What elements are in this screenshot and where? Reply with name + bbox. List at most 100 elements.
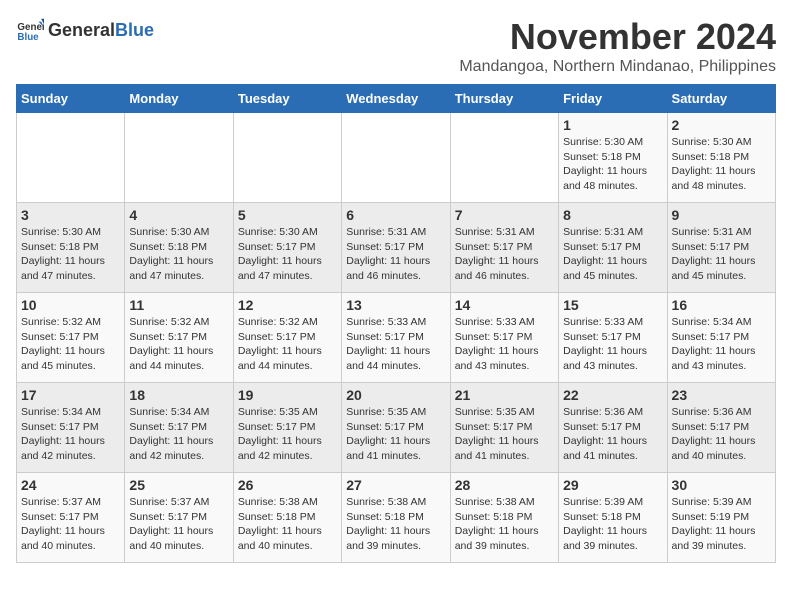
day-info: Sunrise: 5:34 AM Sunset: 5:17 PM Dayligh… <box>672 315 771 374</box>
day-info: Sunrise: 5:34 AM Sunset: 5:17 PM Dayligh… <box>129 405 228 464</box>
calendar-cell: 30Sunrise: 5:39 AM Sunset: 5:19 PM Dayli… <box>667 473 775 563</box>
day-number: 24 <box>21 477 120 493</box>
day-number: 4 <box>129 207 228 223</box>
day-info: Sunrise: 5:38 AM Sunset: 5:18 PM Dayligh… <box>346 495 445 554</box>
calendar-cell: 23 Sunrise: 5:36 AM Sunset: 5:17 PM Dayli… <box>667 383 775 473</box>
logo-icon: General Blue <box>16 16 44 44</box>
calendar-cell: 8 Sunrise: 5:31 AM Sunset: 5:17 PM Daylig… <box>559 203 667 293</box>
day-number: 26 <box>238 477 337 493</box>
day-number: 27 <box>346 477 445 493</box>
calendar-cell: 27 Sunrise: 5:38 AM Sunset: 5:18 PM Dayli… <box>342 473 450 563</box>
day-number: 11 <box>129 297 228 313</box>
day-info: Sunrise: 5:38 AM Sunset: 5:18 PM Dayligh… <box>455 495 554 554</box>
day-number: 1 <box>563 117 662 133</box>
calendar-cell: 1 Sunrise: 5:30 AM Sunset: 5:18 PM Daylig… <box>559 113 667 203</box>
day-info: Sunrise: 5:30 AM Sunset: 5:17 PM Dayligh… <box>238 225 337 284</box>
day-number: 21 <box>455 387 554 403</box>
day-info: Sunrise: 5:31 AM Sunset: 5:17 PM Dayligh… <box>672 225 771 284</box>
day-info: Sunrise: 5:30 AM Sunset: 5:18 PM Dayligh… <box>129 225 228 284</box>
day-info: Sunrise: 5:39 AM Sunset: 5:18 PM Dayligh… <box>563 495 662 554</box>
calendar-cell: 18 Sunrise: 5:34 AM Sunset: 5:17 PM Dayli… <box>125 383 233 473</box>
day-number: 23 <box>672 387 771 403</box>
day-number: 17 <box>21 387 120 403</box>
svg-text:Blue: Blue <box>17 32 39 43</box>
calendar-cell: 7Sunrise: 5:31 AM Sunset: 5:17 PM Daylig… <box>450 203 558 293</box>
day-number: 9 <box>672 207 771 223</box>
day-number: 6 <box>346 207 445 223</box>
calendar-cell: 16 Sunrise: 5:34 AM Sunset: 5:17 PM Dayli… <box>667 293 775 383</box>
weekday-header-tuesday: Tuesday <box>233 85 341 113</box>
day-number: 16 <box>672 297 771 313</box>
day-info: Sunrise: 5:36 AM Sunset: 5:17 PM Dayligh… <box>563 405 662 464</box>
day-number: 5 <box>238 207 337 223</box>
day-number: 29 <box>563 477 662 493</box>
day-info: Sunrise: 5:33 AM Sunset: 5:17 PM Dayligh… <box>455 315 554 374</box>
day-info: Sunrise: 5:37 AM Sunset: 5:17 PM Dayligh… <box>21 495 120 554</box>
calendar-cell: 13Sunrise: 5:33 AM Sunset: 5:17 PM Dayli… <box>342 293 450 383</box>
logo: General Blue GeneralBlue <box>16 16 154 44</box>
day-info: Sunrise: 5:34 AM Sunset: 5:17 PM Dayligh… <box>21 405 120 464</box>
day-info: Sunrise: 5:31 AM Sunset: 5:17 PM Dayligh… <box>455 225 554 284</box>
day-info: Sunrise: 5:31 AM Sunset: 5:17 PM Dayligh… <box>346 225 445 284</box>
day-info: Sunrise: 5:36 AM Sunset: 5:17 PM Dayligh… <box>672 405 771 464</box>
logo-blue: Blue <box>115 20 154 40</box>
day-info: Sunrise: 5:30 AM Sunset: 5:18 PM Dayligh… <box>563 135 662 194</box>
day-info: Sunrise: 5:30 AM Sunset: 5:18 PM Dayligh… <box>21 225 120 284</box>
weekday-header-row: SundayMondayTuesdayWednesdayThursdayFrid… <box>17 85 776 113</box>
calendar-table: SundayMondayTuesdayWednesdayThursdayFrid… <box>16 84 776 563</box>
title-area: November 2024 Mandangoa, Northern Mindan… <box>459 16 776 76</box>
day-info: Sunrise: 5:33 AM Sunset: 5:17 PM Dayligh… <box>346 315 445 374</box>
calendar-cell: 4 Sunrise: 5:30 AM Sunset: 5:18 PM Daylig… <box>125 203 233 293</box>
day-info: Sunrise: 5:31 AM Sunset: 5:17 PM Dayligh… <box>563 225 662 284</box>
calendar-cell: 15 Sunrise: 5:33 AM Sunset: 5:17 PM Dayli… <box>559 293 667 383</box>
day-info: Sunrise: 5:32 AM Sunset: 5:17 PM Dayligh… <box>238 315 337 374</box>
day-info: Sunrise: 5:35 AM Sunset: 5:17 PM Dayligh… <box>455 405 554 464</box>
day-number: 20 <box>346 387 445 403</box>
calendar-cell: 6 Sunrise: 5:31 AM Sunset: 5:17 PM Daylig… <box>342 203 450 293</box>
logo-text: GeneralBlue <box>48 20 154 41</box>
day-info: Sunrise: 5:38 AM Sunset: 5:18 PM Dayligh… <box>238 495 337 554</box>
day-info: Sunrise: 5:33 AM Sunset: 5:17 PM Dayligh… <box>563 315 662 374</box>
day-number: 19 <box>238 387 337 403</box>
calendar-cell: 2 Sunrise: 5:30 AM Sunset: 5:18 PM Daylig… <box>667 113 775 203</box>
weekday-header-sunday: Sunday <box>17 85 125 113</box>
day-number: 14 <box>455 297 554 313</box>
calendar-cell <box>17 113 125 203</box>
calendar-week-row: 17 Sunrise: 5:34 AM Sunset: 5:17 PM Dayli… <box>17 383 776 473</box>
day-number: 8 <box>563 207 662 223</box>
calendar-cell: 20 Sunrise: 5:35 AM Sunset: 5:17 PM Dayli… <box>342 383 450 473</box>
calendar-cell: 28 Sunrise: 5:38 AM Sunset: 5:18 PM Dayli… <box>450 473 558 563</box>
day-number: 18 <box>129 387 228 403</box>
calendar-cell <box>233 113 341 203</box>
day-info: Sunrise: 5:35 AM Sunset: 5:17 PM Dayligh… <box>346 405 445 464</box>
day-number: 2 <box>672 117 771 133</box>
calendar-cell: 5 Sunrise: 5:30 AM Sunset: 5:17 PM Daylig… <box>233 203 341 293</box>
calendar-week-row: 3 Sunrise: 5:30 AM Sunset: 5:18 PM Daylig… <box>17 203 776 293</box>
day-number: 15 <box>563 297 662 313</box>
calendar-cell: 17 Sunrise: 5:34 AM Sunset: 5:17 PM Dayli… <box>17 383 125 473</box>
day-number: 12 <box>238 297 337 313</box>
day-number: 3 <box>21 207 120 223</box>
day-number: 10 <box>21 297 120 313</box>
calendar-week-row: 10 Sunrise: 5:32 AM Sunset: 5:17 PM Dayli… <box>17 293 776 383</box>
day-number: 25 <box>129 477 228 493</box>
calendar-cell: 25Sunrise: 5:37 AM Sunset: 5:17 PM Dayli… <box>125 473 233 563</box>
calendar-cell: 9 Sunrise: 5:31 AM Sunset: 5:17 PM Daylig… <box>667 203 775 293</box>
weekday-header-saturday: Saturday <box>667 85 775 113</box>
calendar-cell <box>342 113 450 203</box>
weekday-header-monday: Monday <box>125 85 233 113</box>
calendar-week-row: 24 Sunrise: 5:37 AM Sunset: 5:17 PM Dayli… <box>17 473 776 563</box>
calendar-cell: 29 Sunrise: 5:39 AM Sunset: 5:18 PM Dayli… <box>559 473 667 563</box>
header: General Blue GeneralBlue November 2024 M… <box>16 16 776 76</box>
calendar-cell: 19Sunrise: 5:35 AM Sunset: 5:17 PM Dayli… <box>233 383 341 473</box>
day-number: 28 <box>455 477 554 493</box>
weekday-header-friday: Friday <box>559 85 667 113</box>
day-info: Sunrise: 5:30 AM Sunset: 5:18 PM Dayligh… <box>672 135 771 194</box>
calendar-cell: 3 Sunrise: 5:30 AM Sunset: 5:18 PM Daylig… <box>17 203 125 293</box>
location-subtitle: Mandangoa, Northern Mindanao, Philippine… <box>459 58 776 76</box>
day-number: 30 <box>672 477 771 493</box>
calendar-cell: 26 Sunrise: 5:38 AM Sunset: 5:18 PM Dayli… <box>233 473 341 563</box>
calendar-cell: 10Sunrise: 5:32 AM Sunset: 5:17 PM Dayli… <box>17 293 125 383</box>
calendar-cell: 21 Sunrise: 5:35 AM Sunset: 5:17 PM Dayli… <box>450 383 558 473</box>
calendar-cell: 12 Sunrise: 5:32 AM Sunset: 5:17 PM Dayli… <box>233 293 341 383</box>
